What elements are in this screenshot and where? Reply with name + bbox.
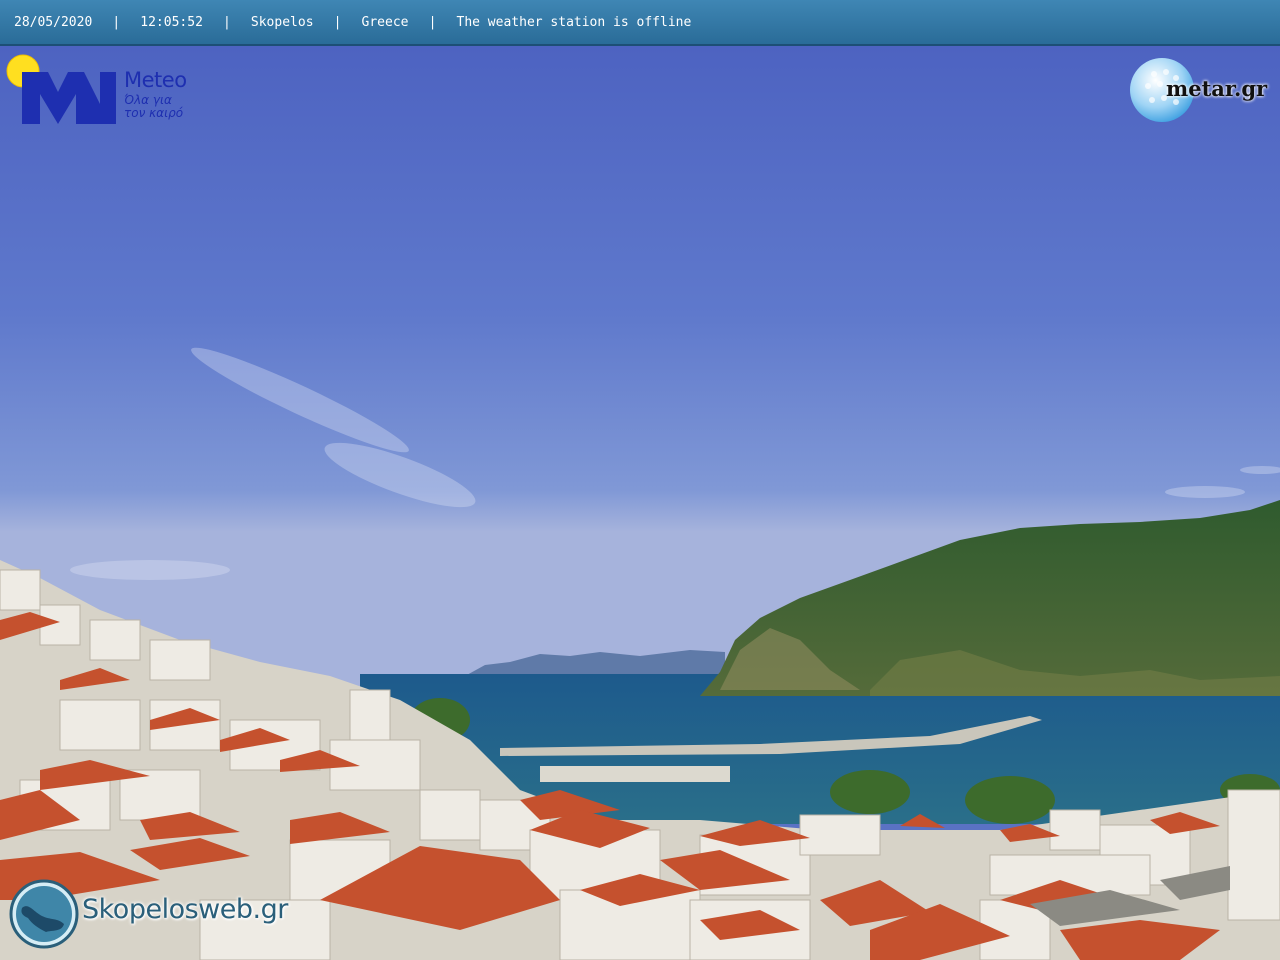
- metar-wordmark: metar.gr: [1166, 76, 1268, 101]
- meteo-tagline: Όλα για τον καιρό: [124, 93, 184, 120]
- harbour-boats: [540, 766, 730, 782]
- skopelosweb-wordmark: Skopelosweb.gr: [82, 894, 288, 925]
- separator: |: [333, 14, 342, 30]
- location-text: Skopelos: [250, 14, 314, 30]
- meteo-title: Meteo: [124, 68, 187, 92]
- info-bar: 28/05/2020 | 12:05:52 | Skopelos | Greec…: [0, 0, 1280, 46]
- webcam-view: [0, 0, 1280, 960]
- separator: |: [112, 14, 121, 30]
- country-text: Greece: [361, 14, 409, 30]
- separator: |: [428, 14, 437, 30]
- separator: |: [222, 14, 231, 30]
- station-status-text: The weather station is offline: [456, 14, 692, 30]
- time-text: 12:05:52: [140, 14, 203, 30]
- date-text: 28/05/2020: [14, 14, 93, 30]
- meteo-wordmark: Meteo Όλα για τον καιρό: [124, 68, 196, 120]
